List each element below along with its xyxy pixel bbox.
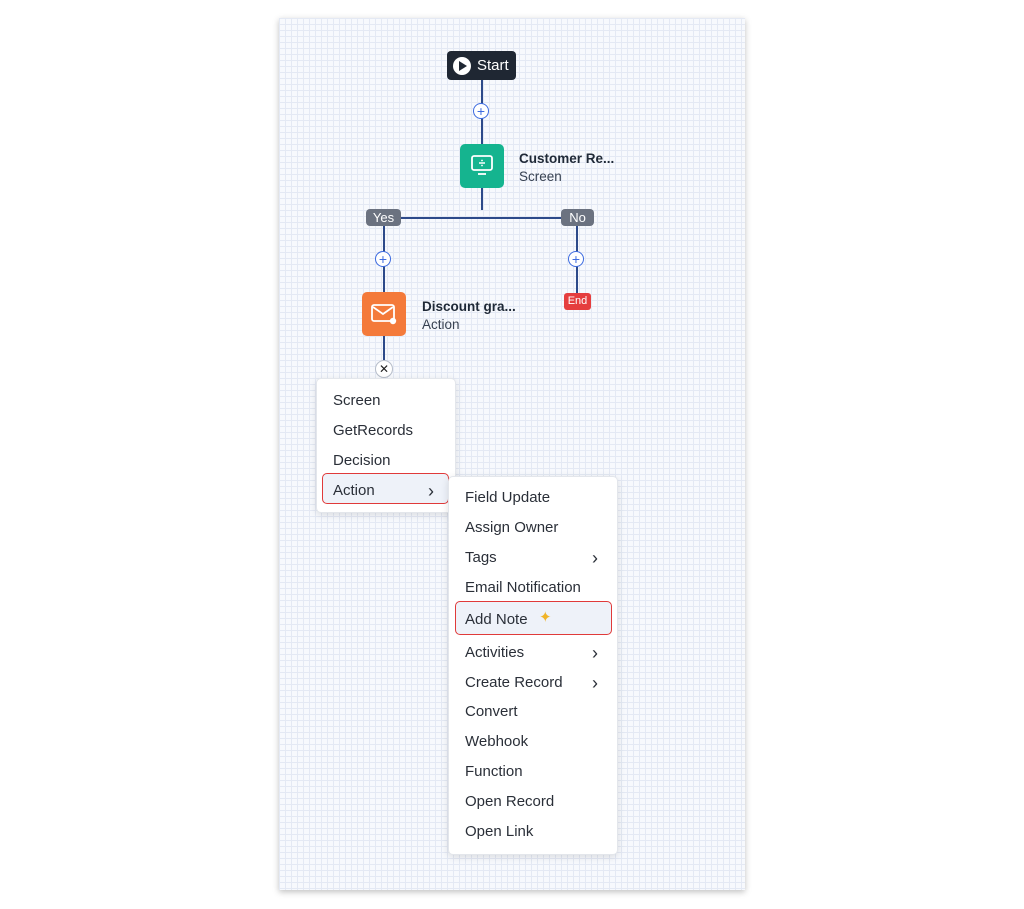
submenu-item-field-update[interactable]: Field Update (465, 489, 550, 506)
submenu-item-assign-owner[interactable]: Assign Owner (465, 519, 558, 536)
start-node[interactable]: Start (447, 51, 516, 80)
connector (383, 336, 385, 360)
chevron-right-icon: › (592, 643, 598, 663)
end-node: End (564, 293, 591, 310)
submenu-item-open-record[interactable]: Open Record (465, 793, 554, 810)
connector (481, 188, 483, 210)
submenu-item-activities[interactable]: Activities (465, 644, 524, 661)
submenu-item-function[interactable]: Function (465, 763, 523, 780)
add-step-button[interactable]: + (568, 251, 584, 267)
branch-connector (384, 217, 578, 219)
menu-item-screen[interactable]: Screen (333, 392, 381, 409)
close-menu-button[interactable]: ✕ (375, 360, 393, 378)
add-step-button[interactable]: + (473, 103, 489, 119)
submenu-item-convert[interactable]: Convert (465, 703, 518, 720)
menu-item-decision[interactable]: Decision (333, 452, 391, 469)
chevron-right-icon: › (592, 548, 598, 568)
menu-item-getrecords[interactable]: GetRecords (333, 422, 413, 439)
mail-icon (371, 304, 397, 325)
submenu-item-open-link[interactable]: Open Link (465, 823, 533, 840)
submenu-item-create-record[interactable]: Create Record (465, 674, 563, 691)
menu-item-action[interactable]: Action (333, 482, 375, 499)
discount-node-title: Discount gra... (422, 299, 516, 314)
monitor-icon (471, 155, 493, 175)
branch-no-label: No (561, 209, 594, 226)
chevron-right-icon: › (592, 673, 598, 693)
discount-node-subtitle: Action (422, 317, 460, 332)
customer-node-subtitle: Screen (519, 169, 562, 184)
play-icon (453, 56, 471, 75)
chevron-right-icon: › (428, 481, 434, 501)
submenu-item-webhook[interactable]: Webhook (465, 733, 528, 750)
submenu-item-tags[interactable]: Tags (465, 549, 497, 566)
customer-screen-node[interactable] (460, 144, 504, 188)
add-step-button[interactable]: + (375, 251, 391, 267)
sparkle-icon: ✦ (539, 609, 552, 626)
submenu-item-email-notification[interactable]: Email Notification (465, 579, 581, 596)
start-label: Start (477, 57, 509, 74)
branch-yes-label: Yes (366, 209, 401, 226)
discount-action-node[interactable] (362, 292, 406, 336)
customer-node-title: Customer Re... (519, 151, 615, 166)
submenu-item-add-note[interactable]: Add Note (465, 611, 528, 628)
